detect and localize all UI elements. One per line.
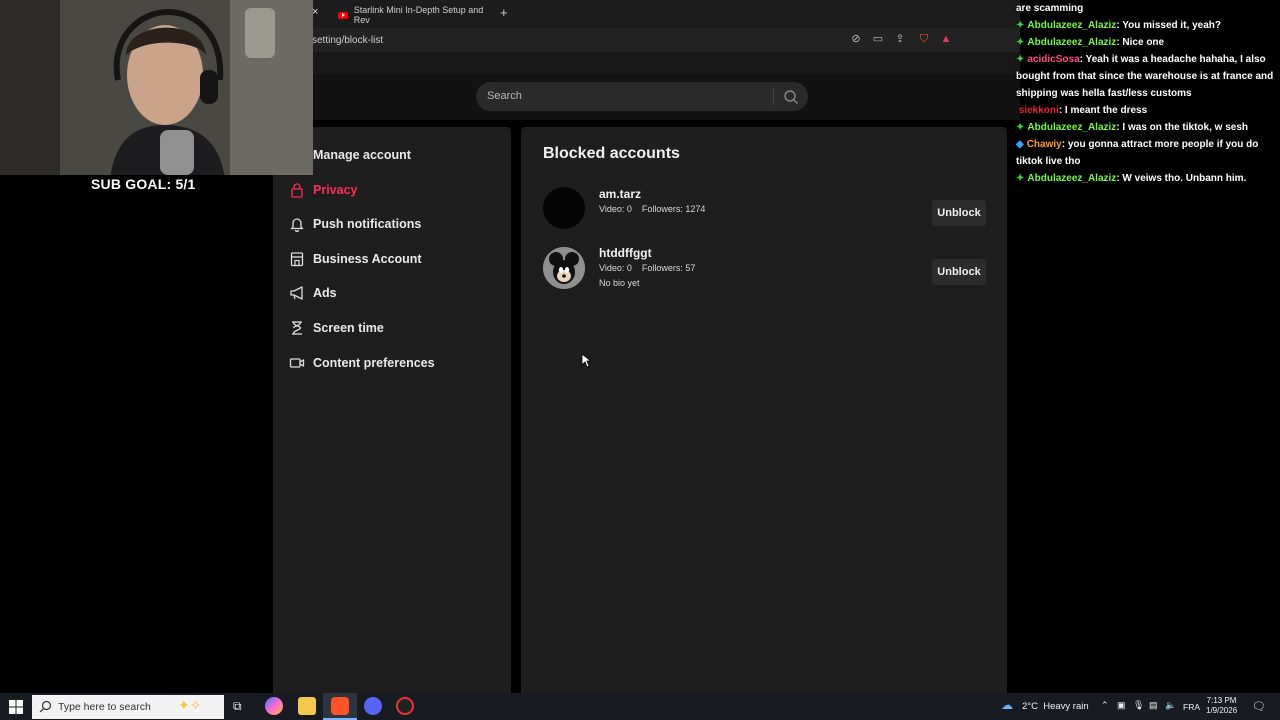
chat-message: ✦ Abdulazeez_Alaziz: I was on the tiktok,… — [1016, 119, 1280, 136]
store-icon — [290, 252, 304, 267]
stream-chat: are scamming ✦ Abdulazeez_Alaziz: You mis… — [1016, 0, 1280, 210]
browser-tab-starlink[interactable]: Starlink Mini In-Depth Setup and Rev — [338, 4, 498, 26]
chevron-up-icon[interactable]: ⌃ — [1101, 700, 1109, 711]
weather-icon[interactable]: ☁ — [1001, 698, 1013, 712]
badge-icon: ✦ — [1016, 20, 1025, 31]
microphone-icon[interactable]: 🎙 — [1133, 700, 1144, 711]
brave-browser-icon[interactable] — [331, 697, 349, 715]
menu-item-label: Content preferences — [313, 356, 435, 370]
chat-username[interactable]: Abdulazeez_Alaziz — [1027, 20, 1116, 31]
menu-item-label: Push notifications — [313, 217, 422, 231]
chat-username[interactable]: Abdulazeez_Alaziz — [1027, 37, 1116, 48]
chat-message: ✦ Abdulazeez_Alaziz: Nice one — [1016, 34, 1280, 51]
unblock-button[interactable]: Unblock — [932, 259, 986, 285]
address-bar — [300, 28, 1020, 52]
chat-username[interactable]: acidicSosa — [1027, 54, 1079, 65]
search-icon[interactable] — [783, 89, 799, 105]
chat-message: ✦ acidicSosa: Yeah it was a headache haha… — [1016, 51, 1280, 102]
badge-icon: ✦ — [1016, 54, 1025, 65]
streamer-image — [0, 0, 313, 175]
menu-item-label: Privacy — [313, 183, 358, 197]
clock-time: 7:13 PM — [1206, 696, 1237, 705]
language-indicator[interactable]: FRA — [1183, 702, 1200, 712]
windows-start-icon[interactable] — [9, 700, 23, 714]
account-stats: Video: 0 Followers: 57 — [599, 263, 696, 273]
chat-message: ◆ Chawiy: you gonna attract more people i… — [1016, 136, 1280, 170]
brave-rewards-icon[interactable]: ▲ — [939, 33, 953, 46]
bookmark-bar — [300, 52, 1020, 74]
badge-icon: ◆ — [1016, 139, 1024, 150]
url-field[interactable]: setting/block-list — [312, 35, 383, 46]
mouse-cursor-icon — [581, 353, 591, 368]
menu-item-privacy[interactable]: Privacy — [289, 180, 357, 200]
search-divider — [773, 88, 774, 105]
cartoon-avatar-image — [543, 247, 585, 289]
weather-text[interactable]: 2°C Heavy rain — [1022, 701, 1089, 712]
menu-item-label: Screen time — [313, 321, 384, 335]
badge-icon: ✦ — [1016, 122, 1025, 133]
chat-message: ✦ Abdulazeez_Alaziz: You missed it, yeah? — [1016, 17, 1280, 34]
search-placeholder: Search — [487, 90, 522, 102]
reader-mode-icon[interactable]: ⊘ — [849, 33, 863, 46]
sparkle-icon: ✦✧ — [178, 697, 202, 713]
hourglass-icon — [292, 321, 302, 335]
menu-item-ads[interactable]: Ads — [289, 283, 337, 303]
chat-message: siekkoni: I meant the dress — [1018, 105, 1148, 116]
account-stats: Video: 0 Followers: 1274 — [599, 204, 706, 214]
avatar[interactable] — [543, 247, 585, 289]
webcam-feed — [0, 0, 313, 175]
youtube-icon — [338, 11, 348, 19]
chat-username[interactable]: siekkoni — [1019, 105, 1059, 116]
chat-username[interactable]: Abdulazeez_Alaziz — [1027, 122, 1116, 133]
network-icon[interactable]: ▤ — [1149, 700, 1158, 711]
volume-icon[interactable]: 🔈 — [1165, 700, 1176, 711]
tab-title: Starlink Mini In-Depth Setup and Rev — [353, 5, 484, 25]
avatar[interactable] — [543, 187, 585, 229]
settings-sidebar — [273, 127, 511, 693]
menu-item-label: Manage account — [313, 148, 411, 162]
menu-item-business-account[interactable]: Business Account — [289, 249, 422, 269]
bell-icon — [290, 218, 304, 232]
chat-message: are scamming — [1016, 3, 1084, 14]
blocked-username[interactable]: am.tarz — [599, 187, 641, 201]
chat-message: ✦ Abdulazeez_Alaziz: W veiws tho. Unbann … — [1016, 170, 1280, 187]
lock-icon — [291, 183, 303, 198]
account-bio: No bio yet — [599, 278, 640, 288]
brave-shield-icon[interactable]: ⛉ — [917, 33, 931, 46]
chat-username[interactable]: Abdulazeez_Alaziz — [1027, 173, 1116, 184]
menu-item-push-notifications[interactable]: Push notifications — [289, 214, 421, 234]
menu-item-label: Business Account — [313, 252, 422, 266]
megaphone-icon — [290, 286, 303, 300]
sub-goal-label: SUB GOAL: 5/1 — [91, 176, 196, 192]
copilot-icon[interactable] — [265, 697, 283, 715]
page-title: Blocked accounts — [543, 145, 680, 162]
share-icon[interactable]: ⇪ — [893, 33, 907, 46]
task-view-icon[interactable]: ⧉ — [233, 699, 242, 714]
notification-icon[interactable]: 🗨 — [1252, 700, 1266, 713]
tray-app-icon[interactable]: ▣ — [1117, 700, 1126, 711]
screen-icon[interactable]: ▭ — [871, 33, 885, 46]
file-explorer-icon[interactable] — [298, 697, 316, 715]
clock-date: 1/9/2026 — [1206, 706, 1238, 715]
video-icon — [289, 358, 305, 368]
new-tab-button[interactable]: + — [500, 5, 508, 20]
taskbar-clock[interactable]: 7:13 PM 1/9/2026 — [1206, 696, 1237, 716]
chat-username[interactable]: Chawiy — [1027, 139, 1062, 150]
unblock-button[interactable]: Unblock — [932, 200, 986, 226]
menu-item-content-preferences[interactable]: Content preferences — [289, 353, 435, 373]
search-icon — [39, 700, 52, 713]
blocked-username[interactable]: htddffggt — [599, 246, 652, 260]
discord-icon[interactable] — [364, 697, 382, 715]
badge-icon: ✦ — [1016, 37, 1025, 48]
menu-item-screen-time[interactable]: Screen time — [289, 318, 384, 338]
badge-icon: ✦ — [1016, 173, 1025, 184]
obs-icon[interactable] — [396, 697, 414, 715]
search-input[interactable] — [476, 82, 808, 111]
taskbar-search-placeholder: Type here to search — [58, 701, 151, 713]
menu-item-label: Ads — [313, 286, 337, 300]
